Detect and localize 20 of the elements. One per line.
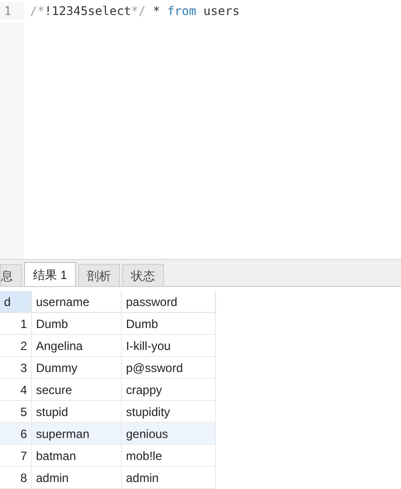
table-cell: admin — [32, 467, 122, 489]
table-cell: admin — [122, 467, 216, 489]
table-row[interactable]: 8 admin admin — [0, 467, 216, 489]
result-tab[interactable]: 息 — [0, 264, 22, 286]
result-tab[interactable]: 剖析 — [78, 264, 120, 286]
table-row[interactable]: 3 Dummy p@ssword — [0, 357, 216, 379]
result-tab[interactable]: 结果 1 — [24, 262, 76, 286]
line-number: 1 — [0, 2, 24, 20]
table-row[interactable]: 2 Angelina I-kill-you — [0, 335, 216, 357]
column-header[interactable]: password — [122, 291, 216, 313]
column-header[interactable]: d — [0, 291, 32, 313]
table-row[interactable]: 7 batman mob!le — [0, 445, 216, 467]
table-row[interactable]: 5 stupid stupidity — [0, 401, 216, 423]
table-row[interactable]: 1 Dumb Dumb — [0, 313, 216, 335]
result-tab[interactable]: 状态 — [122, 264, 164, 286]
table-row[interactable]: 4 secure crappy — [0, 379, 216, 401]
table-row[interactable]: 6 superman genious — [0, 423, 216, 445]
column-header[interactable]: username — [32, 291, 122, 313]
table-cell: 8 — [0, 467, 32, 489]
code-line: /*!12345select*/ * from users — [30, 3, 240, 20]
